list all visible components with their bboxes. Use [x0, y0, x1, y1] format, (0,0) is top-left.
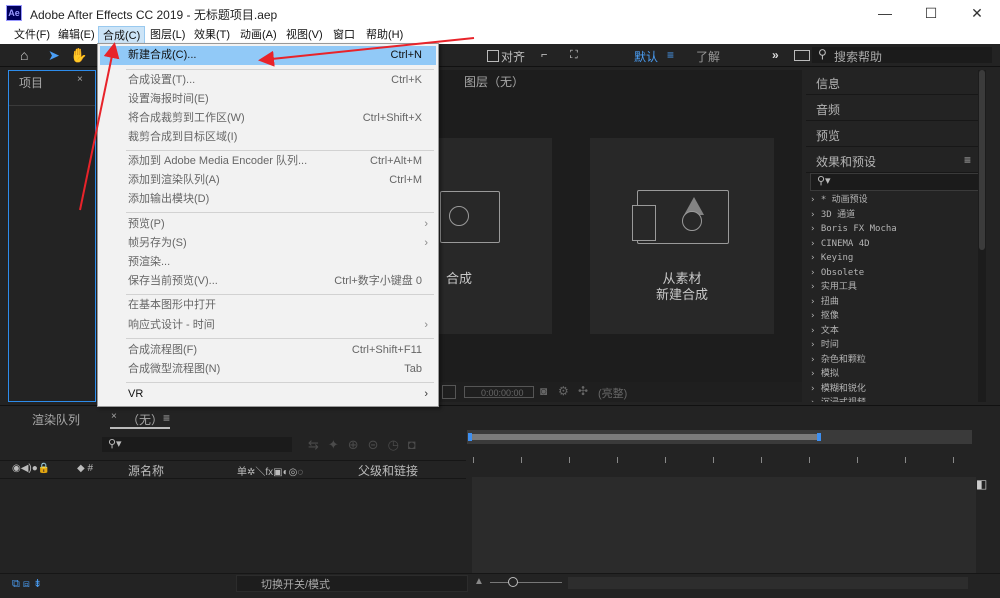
annotation-arrow-to-menu — [79, 42, 120, 211]
annotation-arrow-to-new-comp — [258, 37, 475, 67]
annotation-arrows — [79, 37, 475, 211]
